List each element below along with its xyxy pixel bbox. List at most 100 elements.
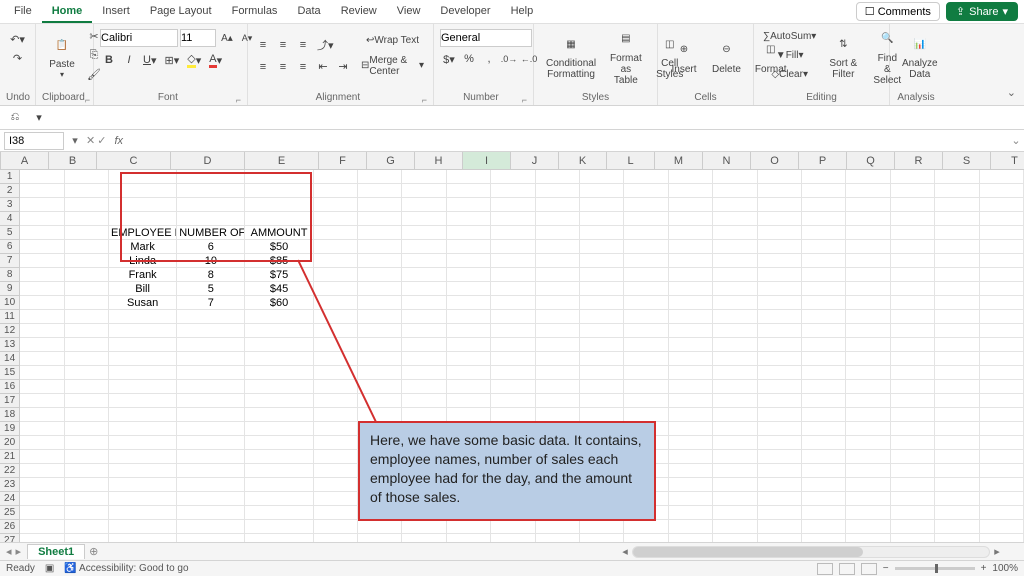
cell-C4[interactable] bbox=[109, 212, 177, 226]
formula-input[interactable] bbox=[127, 132, 1008, 150]
cell-T22[interactable] bbox=[935, 464, 979, 478]
cell-U14[interactable] bbox=[980, 352, 1024, 366]
cell-P10[interactable] bbox=[758, 296, 802, 310]
cell-H17[interactable] bbox=[402, 394, 446, 408]
cell-T25[interactable] bbox=[935, 506, 979, 520]
col-header-G[interactable]: G bbox=[367, 152, 415, 169]
cell-F10[interactable] bbox=[314, 296, 358, 310]
cell-R21[interactable] bbox=[846, 450, 890, 464]
cell-K5[interactable] bbox=[536, 226, 580, 240]
cell-L15[interactable] bbox=[580, 366, 624, 380]
cell-B11[interactable] bbox=[65, 310, 109, 324]
cell-B20[interactable] bbox=[65, 436, 109, 450]
cell-S11[interactable] bbox=[891, 310, 935, 324]
cell-C6[interactable]: Mark bbox=[109, 240, 177, 254]
cell-S23[interactable] bbox=[891, 478, 935, 492]
delete-cells-button[interactable]: ⊖Delete bbox=[706, 34, 747, 77]
cell-K8[interactable] bbox=[536, 268, 580, 282]
cell-O20[interactable] bbox=[713, 436, 757, 450]
cell-G26[interactable] bbox=[358, 520, 402, 534]
cell-J7[interactable] bbox=[491, 254, 535, 268]
fill-button[interactable]: ▼ Fill ▾ bbox=[760, 46, 819, 64]
cell-E27[interactable] bbox=[245, 534, 313, 542]
comments-button[interactable]: ☐ Comments bbox=[856, 2, 940, 21]
cell-M8[interactable] bbox=[624, 268, 668, 282]
cell-D21[interactable] bbox=[177, 450, 245, 464]
cell-I4[interactable] bbox=[447, 212, 491, 226]
col-header-J[interactable]: J bbox=[511, 152, 559, 169]
cell-M16[interactable] bbox=[624, 380, 668, 394]
cell-U11[interactable] bbox=[980, 310, 1024, 324]
cell-T5[interactable] bbox=[935, 226, 979, 240]
number-format-select[interactable] bbox=[440, 29, 532, 47]
cell-A14[interactable] bbox=[20, 352, 64, 366]
cell-C1[interactable] bbox=[109, 170, 177, 184]
cell-K9[interactable] bbox=[536, 282, 580, 296]
row-header-21[interactable]: 21 bbox=[0, 450, 20, 464]
cell-M13[interactable] bbox=[624, 338, 668, 352]
cell-C7[interactable]: Linda bbox=[109, 254, 177, 268]
cell-J12[interactable] bbox=[491, 324, 535, 338]
cell-E9[interactable]: $45 bbox=[245, 282, 313, 296]
cell-S14[interactable] bbox=[891, 352, 935, 366]
cell-M14[interactable] bbox=[624, 352, 668, 366]
cell-M10[interactable] bbox=[624, 296, 668, 310]
cell-A16[interactable] bbox=[20, 380, 64, 394]
cell-S19[interactable] bbox=[891, 422, 935, 436]
cell-T15[interactable] bbox=[935, 366, 979, 380]
row-header-24[interactable]: 24 bbox=[0, 492, 20, 506]
cell-K1[interactable] bbox=[536, 170, 580, 184]
col-header-M[interactable]: M bbox=[655, 152, 703, 169]
cell-P27[interactable] bbox=[758, 534, 802, 542]
normal-view-button[interactable] bbox=[817, 563, 833, 575]
percent-format-button[interactable]: % bbox=[460, 50, 478, 68]
cell-O25[interactable] bbox=[713, 506, 757, 520]
cell-B13[interactable] bbox=[65, 338, 109, 352]
cell-C13[interactable] bbox=[109, 338, 177, 352]
row-header-10[interactable]: 10 bbox=[0, 296, 20, 310]
cell-C8[interactable]: Frank bbox=[109, 268, 177, 282]
cell-O17[interactable] bbox=[713, 394, 757, 408]
cell-O24[interactable] bbox=[713, 492, 757, 506]
cell-F27[interactable] bbox=[314, 534, 358, 542]
cell-E8[interactable]: $75 bbox=[245, 268, 313, 282]
cell-A7[interactable] bbox=[20, 254, 64, 268]
cell-T4[interactable] bbox=[935, 212, 979, 226]
cell-M6[interactable] bbox=[624, 240, 668, 254]
cell-F12[interactable] bbox=[314, 324, 358, 338]
cell-C22[interactable] bbox=[109, 464, 177, 478]
cell-O18[interactable] bbox=[713, 408, 757, 422]
cell-U9[interactable] bbox=[980, 282, 1024, 296]
cell-B25[interactable] bbox=[65, 506, 109, 520]
cell-F19[interactable] bbox=[314, 422, 358, 436]
cell-P20[interactable] bbox=[758, 436, 802, 450]
cell-K11[interactable] bbox=[536, 310, 580, 324]
cell-S26[interactable] bbox=[891, 520, 935, 534]
row-header-16[interactable]: 16 bbox=[0, 380, 20, 394]
cell-N3[interactable] bbox=[669, 198, 713, 212]
cell-P13[interactable] bbox=[758, 338, 802, 352]
col-header-B[interactable]: B bbox=[49, 152, 97, 169]
cell-P9[interactable] bbox=[758, 282, 802, 296]
cell-E4[interactable] bbox=[245, 212, 313, 226]
cell-P24[interactable] bbox=[758, 492, 802, 506]
cell-H3[interactable] bbox=[402, 198, 446, 212]
sheet-nav-prev[interactable]: ◂ bbox=[6, 545, 12, 558]
cell-I26[interactable] bbox=[447, 520, 491, 534]
cell-U7[interactable] bbox=[980, 254, 1024, 268]
cell-D9[interactable]: 5 bbox=[177, 282, 245, 296]
cancel-formula-button[interactable]: ✕ bbox=[86, 134, 95, 147]
increase-indent-button[interactable]: ⇥ bbox=[334, 58, 352, 76]
col-header-C[interactable]: C bbox=[97, 152, 171, 169]
cell-D24[interactable] bbox=[177, 492, 245, 506]
cell-H2[interactable] bbox=[402, 184, 446, 198]
cell-I9[interactable] bbox=[447, 282, 491, 296]
cell-D14[interactable] bbox=[177, 352, 245, 366]
cell-D5[interactable]: NUMBER OF SALES bbox=[177, 226, 245, 240]
cell-G27[interactable] bbox=[358, 534, 402, 542]
cell-J10[interactable] bbox=[491, 296, 535, 310]
cell-A20[interactable] bbox=[20, 436, 64, 450]
cell-G7[interactable] bbox=[358, 254, 402, 268]
cell-I3[interactable] bbox=[447, 198, 491, 212]
cell-H10[interactable] bbox=[402, 296, 446, 310]
